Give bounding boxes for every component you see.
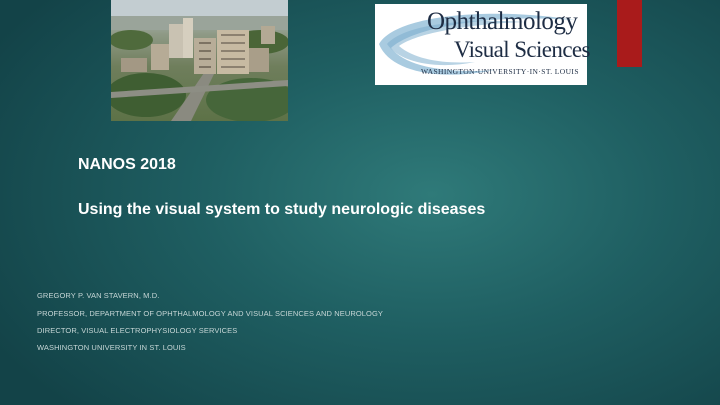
presenter-role: DIRECTOR, VISUAL ELECTROPHYSIOLOGY SERVI…: [37, 326, 238, 335]
campus-aerial-photo: [111, 0, 288, 121]
slide-title: NANOS 2018: [78, 156, 176, 173]
slide-subtitle: Using the visual system to study neurolo…: [78, 201, 486, 218]
ophthalmology-logo: Ophthalmology Visual Sciences WASHINGTON…: [375, 4, 590, 85]
presenter-position: PROFESSOR, DEPARTMENT OF OPHTHALMOLOGY A…: [37, 309, 384, 318]
logo-text-ophthalmology: Ophthalmology: [427, 8, 578, 35]
presenter-institution: WASHINGTON UNIVERSITY IN ST. LOUIS: [37, 343, 186, 352]
presenter-name: GREGORY P. VAN STAVERN, M.D.: [37, 291, 160, 300]
logo-text-university: WASHINGTON·UNIVERSITY·IN·ST. LOUIS: [421, 67, 579, 76]
logo-text-visual-sciences: Visual Sciences: [454, 37, 590, 62]
red-accent-bar: [617, 0, 642, 67]
title-slide: Ophthalmology Visual Sciences WASHINGTON…: [0, 0, 720, 405]
